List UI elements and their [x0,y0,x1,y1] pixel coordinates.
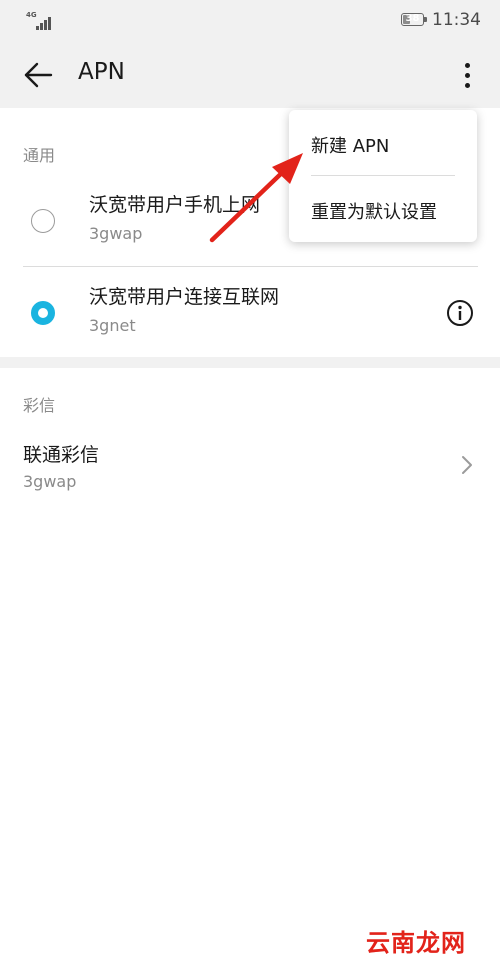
more-vertical-icon[interactable] [452,58,482,92]
battery-tip [424,17,427,22]
info-icon[interactable] [446,299,474,327]
signal-bars-icon [36,16,56,30]
apn-item-title: 联通彩信 [23,444,100,466]
radio-button-selected[interactable] [31,301,55,325]
section-header-general: 通用 [23,146,56,165]
apn-settings-screen: 4G 38 11:34 APN 通用 沃宽带用户手机上网 3gwap 沃宽带用户… [0,0,500,967]
radio-button-unselected[interactable] [31,209,55,233]
section-header-mms: 彩信 [23,396,56,415]
app-bar: APN [0,42,500,108]
signal-strength: 4G [26,11,56,31]
battery-level: 38 [405,13,420,24]
overflow-menu: 新建 APN 重置为默认设置 [289,110,477,242]
menu-item-label: 新建 APN [311,136,390,157]
apn-item-subtitle: 3gnet [89,316,136,335]
apn-item-internet[interactable]: 沃宽带用户连接互联网 3gnet [0,270,500,356]
menu-item-new-apn[interactable]: 新建 APN [289,114,477,174]
section-separator [0,357,500,368]
status-clock: 11:34 [432,10,481,30]
status-bar: 4G 38 11:34 [0,0,500,42]
page-title: APN [78,59,125,85]
apn-item-title: 沃宽带用户连接互联网 [89,286,280,308]
battery-icon: 38 [401,13,424,26]
annotation-arrow-icon [209,153,303,243]
divider [23,266,478,267]
menu-item-label: 重置为默认设置 [311,202,437,223]
apn-item-subtitle: 3gwap [89,224,143,243]
apn-item-unicom-mms[interactable]: 联通彩信 3gwap [0,428,500,514]
menu-item-reset-default[interactable]: 重置为默认设置 [289,180,477,240]
menu-divider [311,175,455,176]
arrow-left-icon[interactable] [22,59,54,91]
watermark-text: 云南龙网 [366,929,466,957]
apn-item-subtitle: 3gwap [23,472,77,491]
chevron-right-icon [462,456,472,474]
